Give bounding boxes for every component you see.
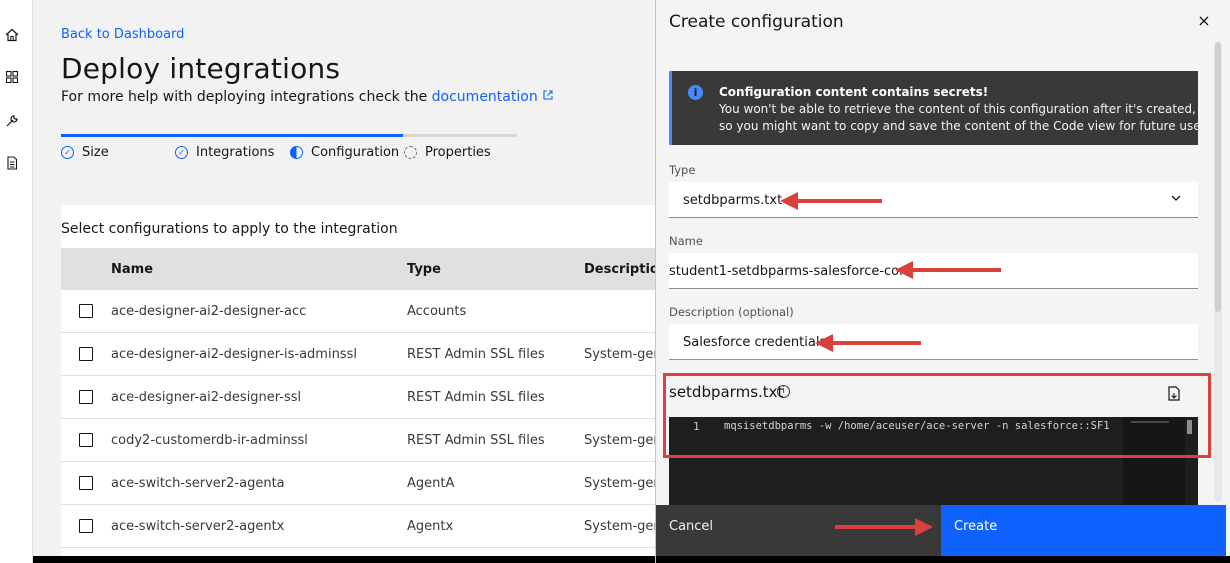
row-checkbox[interactable] — [79, 347, 93, 361]
description-label: Description (optional) — [669, 305, 794, 319]
type-label: Type — [669, 163, 696, 177]
progress-indicator — [61, 134, 517, 137]
home-icon[interactable] — [4, 27, 20, 43]
checkmark-circle-icon: ✓ — [175, 146, 188, 159]
row-type: REST Admin SSL files — [407, 433, 545, 448]
description-value: Salesforce credentials — [683, 335, 827, 350]
step-label: Configuration — [311, 145, 400, 160]
configurations-table: Select configurations to apply to the in… — [61, 205, 655, 563]
column-header-name[interactable]: Name — [111, 262, 153, 277]
name-label: Name — [669, 234, 703, 248]
column-header-description[interactable]: Description — [584, 262, 655, 277]
half-circle-icon — [290, 146, 303, 159]
step-label: Integrations — [196, 145, 275, 160]
annotation-arrow-icon — [835, 518, 933, 536]
row-description: System-gene — [584, 347, 655, 362]
documentation-link-label[interactable]: documentation — [432, 89, 538, 105]
type-value: setdbparms.txt — [683, 193, 783, 208]
table-header: Name Type Description — [61, 248, 655, 290]
row-name: ace-switch-server2-agentx — [111, 519, 285, 534]
annotation-arrow-icon — [895, 261, 1001, 279]
help-text-prefix: For more help with deploying integration… — [61, 89, 428, 105]
annotation-highlight-box — [663, 373, 1211, 458]
table-row[interactable]: ace-switch-server2-agenta AgentA System-… — [61, 462, 655, 505]
panel-bottom-edge — [656, 556, 1230, 563]
left-nav-rail — [0, 0, 33, 563]
deploy-integrations-page: Back to Dashboard Deploy integrations Fo… — [33, 0, 655, 563]
type-dropdown[interactable]: setdbparms.txt — [669, 182, 1198, 218]
bottom-edge — [33, 556, 655, 563]
row-name: ace-designer-ai2-designer-acc — [111, 304, 307, 319]
annotation-arrow-icon — [780, 192, 882, 210]
row-checkbox[interactable] — [79, 433, 93, 447]
table-row[interactable]: ace-designer-ai2-designer-is-adminssl RE… — [61, 333, 655, 376]
progress-complete-bar — [61, 134, 403, 137]
step-integrations[interactable]: ✓ Integrations — [175, 145, 274, 160]
secrets-notification: i Configuration content contains secrets… — [669, 71, 1204, 145]
notification-line-2: so you might want to copy and save the c… — [719, 119, 1205, 133]
annotation-arrow-icon — [815, 334, 921, 352]
column-header-type[interactable]: Type — [407, 262, 441, 277]
info-icon: i — [688, 85, 703, 100]
row-description: System-gene — [584, 433, 655, 448]
checkmark-circle-icon: ✓ — [61, 146, 74, 159]
row-name: ace-designer-ai2-designer-is-adminssl — [111, 347, 357, 362]
document-icon[interactable] — [4, 155, 20, 171]
table-row[interactable]: cody2-customerdb-ir-adminssl REST Admin … — [61, 419, 655, 462]
step-properties[interactable]: Properties — [404, 145, 491, 160]
panel-scrollbar[interactable] — [1214, 42, 1222, 502]
table-row[interactable]: ace-switch-server2-agentx Agentx System-… — [61, 505, 655, 548]
page-title: Deploy integrations — [61, 52, 341, 85]
row-type: Accounts — [407, 304, 467, 319]
row-type: REST Admin SSL files — [407, 347, 545, 362]
panel-title: Create configuration — [669, 12, 844, 32]
row-type: Agentx — [407, 519, 454, 534]
documentation-link[interactable]: documentation — [432, 89, 555, 105]
row-type: REST Admin SSL files — [407, 390, 545, 405]
step-label: Size — [82, 145, 109, 160]
row-checkbox[interactable] — [79, 390, 93, 404]
description-input[interactable]: Salesforce credentials — [669, 324, 1198, 360]
notification-title: Configuration content contains secrets! — [719, 85, 989, 99]
row-description: System-gene — [584, 519, 655, 534]
row-checkbox[interactable] — [79, 304, 93, 318]
row-checkbox[interactable] — [79, 476, 93, 490]
help-text: For more help with deploying integration… — [61, 89, 554, 105]
apps-icon[interactable] — [4, 69, 20, 85]
row-name: cody2-customerdb-ir-adminssl — [111, 433, 308, 448]
create-label: Create — [954, 519, 998, 534]
step-label: Properties — [425, 145, 491, 160]
table-row[interactable]: ace-designer-ai2-designer-acc Accounts — [61, 290, 655, 333]
row-type: AgentA — [407, 476, 455, 491]
name-value: student1-setdbparms-salesforce-conf — [669, 264, 912, 279]
step-configuration[interactable]: Configuration — [290, 145, 399, 160]
tools-icon[interactable] — [4, 113, 20, 129]
row-name: ace-switch-server2-agenta — [111, 476, 285, 491]
back-to-dashboard-link[interactable]: Back to Dashboard — [61, 27, 184, 42]
close-icon[interactable]: × — [1194, 11, 1214, 31]
table-caption: Select configurations to apply to the in… — [61, 221, 398, 237]
chevron-down-icon — [1170, 192, 1182, 207]
row-name: ace-designer-ai2-designer-ssl — [111, 390, 302, 405]
scrollbar-thumb[interactable] — [1215, 42, 1221, 312]
external-link-icon — [543, 90, 553, 100]
notification-line-1: You won't be able to retrieve the conten… — [719, 102, 1196, 116]
table-row[interactable]: ace-designer-ai2-designer-ssl REST Admin… — [61, 376, 655, 419]
row-description: System-gene — [584, 476, 655, 491]
create-configuration-panel: Create configuration × i Configuration c… — [655, 0, 1230, 563]
row-checkbox[interactable] — [79, 519, 93, 533]
create-button[interactable]: Create — [941, 505, 1226, 563]
cancel-label: Cancel — [669, 519, 714, 534]
step-size[interactable]: ✓ Size — [61, 145, 109, 160]
dashed-circle-icon — [404, 146, 417, 159]
